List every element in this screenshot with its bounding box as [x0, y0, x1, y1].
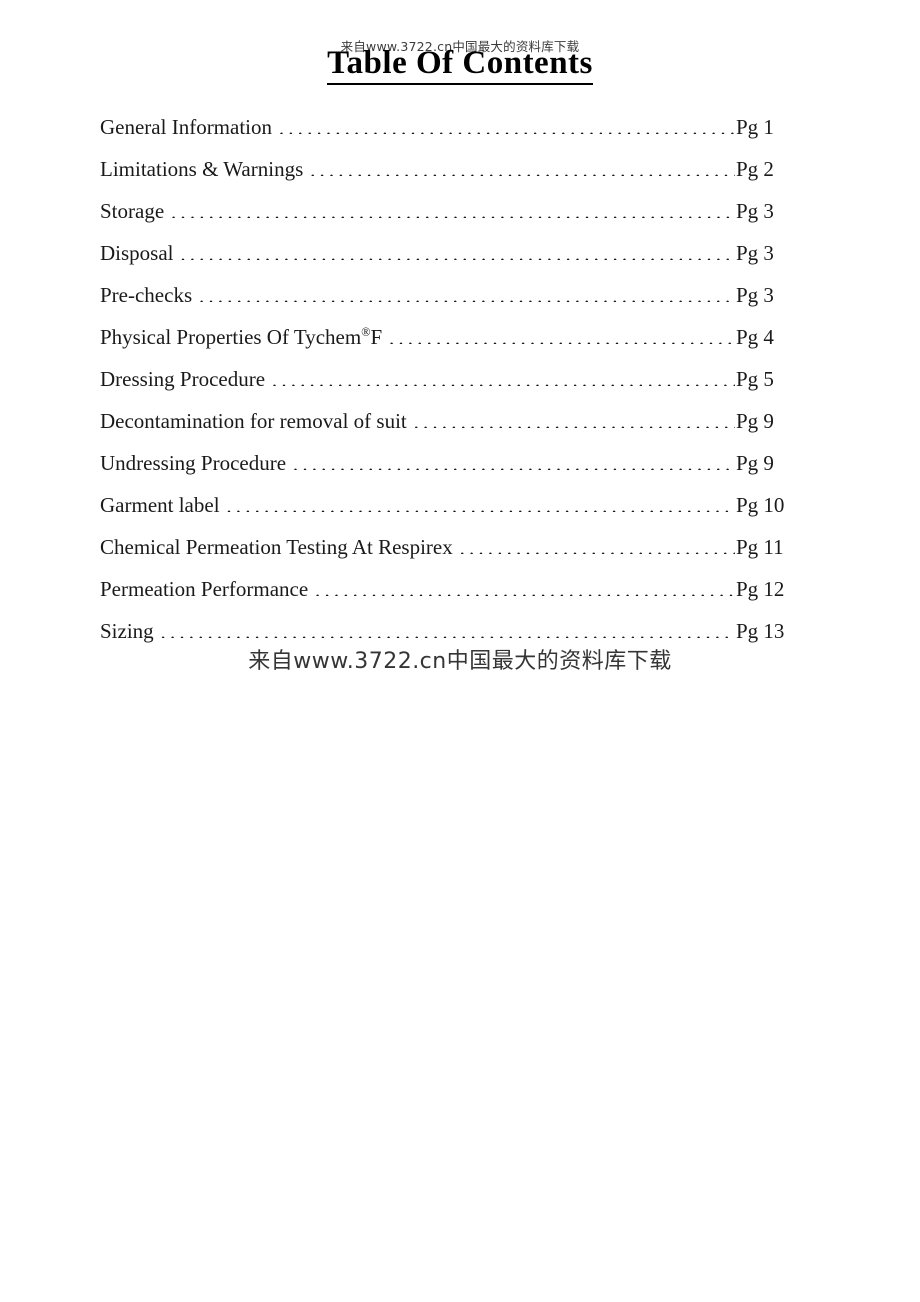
toc-entry-page-number: Pg 3 [736, 241, 774, 265]
toc-entry-page-number: Pg 4 [736, 325, 774, 349]
toc-dot-leader [388, 323, 735, 344]
toc-entry-page-number: Pg 1 [736, 115, 774, 139]
toc-entry[interactable]: Pre-checks Pg 3 [100, 274, 792, 316]
toc-entry[interactable]: Sizing Pg 13 [100, 610, 792, 652]
toc-entry[interactable]: Storage Pg 3 [100, 190, 792, 232]
toc-entry[interactable]: Limitations & Warnings Pg 2 [100, 148, 792, 190]
toc-entry-page-number: Pg 9 [736, 451, 774, 475]
document-page: 来自www.3722.cn中国最大的资料库下载 Table Of Content… [0, 0, 920, 1302]
toc-entry-label: Pre-checks [100, 283, 193, 307]
toc-dot-leader [314, 575, 735, 596]
toc-dot-leader [278, 113, 735, 134]
toc-dot-leader [459, 533, 735, 554]
toc-entry[interactable]: Undressing Procedure Pg 9 [100, 442, 792, 484]
toc-entry-page-number: Pg 10 [736, 493, 785, 517]
toc-dot-leader [180, 239, 736, 260]
toc-entry-label: Dressing Procedure [100, 367, 266, 391]
toc-dot-leader [226, 491, 735, 512]
toc-entry-page-number: Pg 11 [736, 535, 784, 559]
toc-entry[interactable]: Permeation Performance Pg 12 [100, 568, 792, 610]
toc-entry-page-number: Pg 3 [736, 283, 774, 307]
toc-entry-page-number: Pg 2 [736, 157, 774, 181]
toc-entry-page-number: Pg 5 [736, 367, 774, 391]
toc-entry-page-number: Pg 12 [736, 577, 785, 601]
toc-entry-label: Storage [100, 199, 165, 223]
toc-entry[interactable]: Decontamination for removal of suit Pg 9 [100, 400, 792, 442]
toc-entry-label: Chemical Permeation Testing At Respirex [100, 535, 453, 559]
table-of-contents-list: General Information Pg 1 Limitations & War… [100, 106, 792, 652]
toc-entry[interactable]: Chemical Permeation Testing At Respirex P… [100, 526, 792, 568]
toc-entry[interactable]: Disposal Pg 3 [100, 232, 792, 274]
toc-entry-label: General Information [100, 115, 273, 139]
toc-entry[interactable]: Garment label Pg 10 [100, 484, 792, 526]
toc-dot-leader [292, 449, 735, 470]
toc-entry-label: Garment label [100, 493, 220, 517]
toc-entry-page-number: Pg 3 [736, 199, 774, 223]
toc-entry-label: Decontamination for removal of suit [100, 409, 407, 433]
toc-entry-label: Permeation Performance [100, 577, 309, 601]
toc-entry-label-suffix: F [370, 325, 383, 349]
toc-dot-leader [170, 197, 735, 218]
toc-dot-leader [413, 407, 735, 428]
page-title: Table Of Contents [327, 46, 593, 85]
toc-entry-label: Disposal [100, 241, 174, 265]
toc-dot-leader [309, 155, 735, 176]
toc-dot-leader [198, 281, 735, 302]
toc-entry-label: Limitations & Warnings [100, 157, 304, 181]
toc-entry-label: Physical Properties Of Tychem®F [100, 325, 383, 349]
toc-entry[interactable]: Dressing Procedure Pg 5 [100, 358, 792, 400]
toc-entry-page-number: Pg 9 [736, 409, 774, 433]
toc-entry-page-number: Pg 13 [736, 619, 785, 643]
toc-dot-leader [271, 365, 735, 386]
toc-entry-label: Undressing Procedure [100, 451, 287, 475]
toc-entry[interactable]: Physical Properties Of Tychem®F Pg 4 [100, 316, 792, 358]
toc-dot-leader [160, 617, 735, 638]
toc-entry[interactable]: General Information Pg 1 [100, 106, 792, 148]
toc-entry-label: Sizing [100, 619, 154, 643]
page-title-container: Table Of Contents [0, 46, 920, 85]
